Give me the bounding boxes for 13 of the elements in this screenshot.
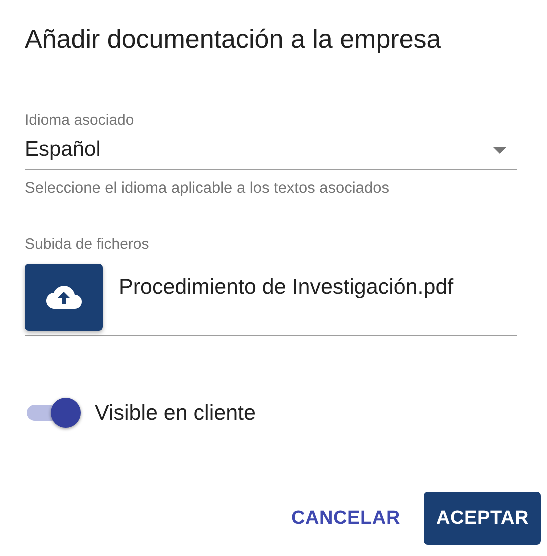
caret-icon (493, 146, 507, 154)
field-label: Subida de ficheros (25, 235, 150, 255)
language-select[interactable]: Español (25, 131, 517, 170)
dialog-title: Añadir documentación a la empresa (25, 23, 442, 56)
cloud-upload-icon (46, 285, 82, 309)
toggle-label: Visible en cliente (95, 400, 256, 426)
upload-button[interactable] (25, 264, 103, 330)
file-name: Procedimiento de Investigación.pdf (119, 274, 454, 300)
field-label: Idioma asociado (25, 111, 136, 131)
accept-button[interactable]: ACEPTAR (424, 492, 541, 545)
toggle-switch[interactable] (25, 396, 81, 430)
cancel-button[interactable]: CANCELAR (279, 492, 412, 545)
hint-text: Seleccione el idioma aplicable a los textos asociados (25, 179, 390, 199)
